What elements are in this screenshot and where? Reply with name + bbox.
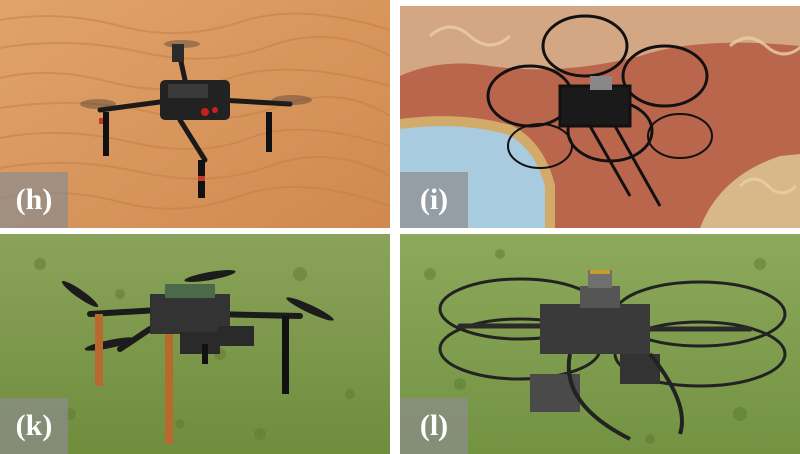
panel-label-l: (l) bbox=[400, 398, 468, 454]
panel-i-fresco-drone: (i) bbox=[400, 6, 800, 228]
panel-label-k: (k) bbox=[0, 398, 68, 454]
panel-k-sim-quadrotor: (k) bbox=[0, 234, 390, 454]
panel-label-i: (i) bbox=[400, 172, 468, 228]
panel-h-desert-drone: (h) bbox=[0, 0, 390, 228]
panel-l-sim-caged-drone: (l) bbox=[400, 234, 800, 454]
panel-label-h: (h) bbox=[0, 172, 68, 228]
